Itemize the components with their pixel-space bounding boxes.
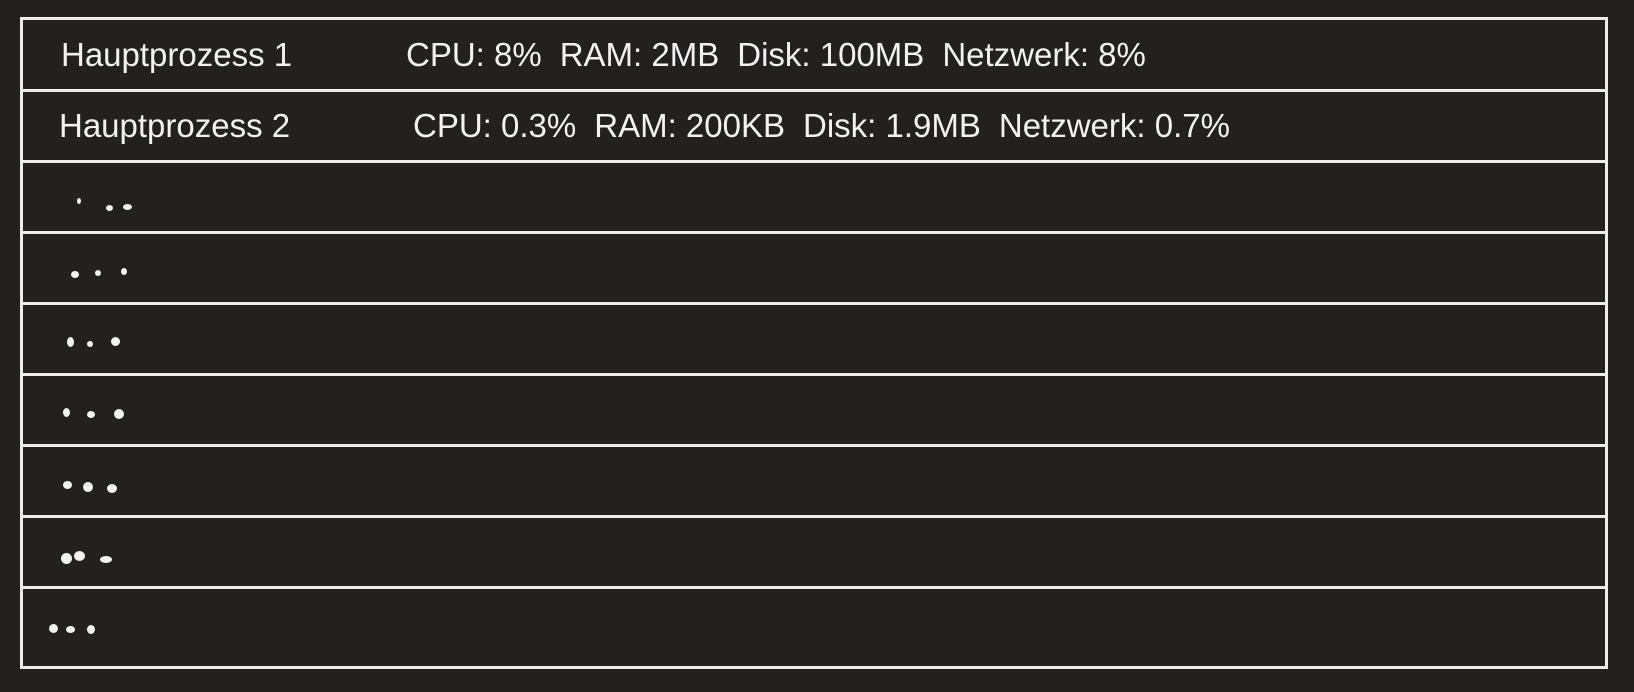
network-usage: Netzwerk: 0.7% xyxy=(998,107,1230,144)
network-usage: Netzwerk: 8% xyxy=(942,36,1146,73)
placeholder-row xyxy=(23,304,1605,376)
process-name: Hauptprozess 2 xyxy=(59,107,291,144)
process-stats: CPU: 0.3% RAM: 200KB Disk: 1.9MB Netzwerk: … xyxy=(413,108,1248,144)
placeholder-row xyxy=(23,517,1605,589)
placeholder-row xyxy=(23,375,1605,447)
placeholder-row xyxy=(23,233,1605,305)
ellipsis-icon xyxy=(60,537,180,577)
ellipsis-icon xyxy=(63,324,183,364)
cpu-usage: CPU: 8% xyxy=(406,36,542,73)
ellipsis-icon xyxy=(60,395,180,435)
process-row-1[interactable]: Hauptprozess 1 CPU: 8% RAM: 2MB Disk: 100M… xyxy=(23,20,1605,92)
ram-usage: RAM: 200KB xyxy=(594,107,785,144)
process-stats: CPU: 8% RAM: 2MB Disk: 100MB Netzwerk: 8% xyxy=(406,37,1164,73)
ellipsis-icon xyxy=(46,608,166,648)
process-name: Hauptprozess 1 xyxy=(61,36,293,73)
ellipsis-icon xyxy=(60,466,180,506)
process-row-2[interactable]: Hauptprozess 2 CPU: 0.3% RAM: 200KB Disk: … xyxy=(23,91,1605,163)
disk-usage: Disk: 100MB xyxy=(737,36,925,73)
ellipsis-icon xyxy=(68,253,188,293)
ellipsis-icon xyxy=(73,182,193,222)
process-list: Hauptprozess 1 CPU: 8% RAM: 2MB Disk: 100M… xyxy=(20,17,1608,669)
placeholder-row xyxy=(23,162,1605,234)
placeholder-row xyxy=(23,588,1605,660)
placeholder-row xyxy=(23,446,1605,518)
disk-usage: Disk: 1.9MB xyxy=(802,107,981,144)
cpu-usage: CPU: 0.3% xyxy=(413,107,577,144)
ram-usage: RAM: 2MB xyxy=(559,36,720,73)
